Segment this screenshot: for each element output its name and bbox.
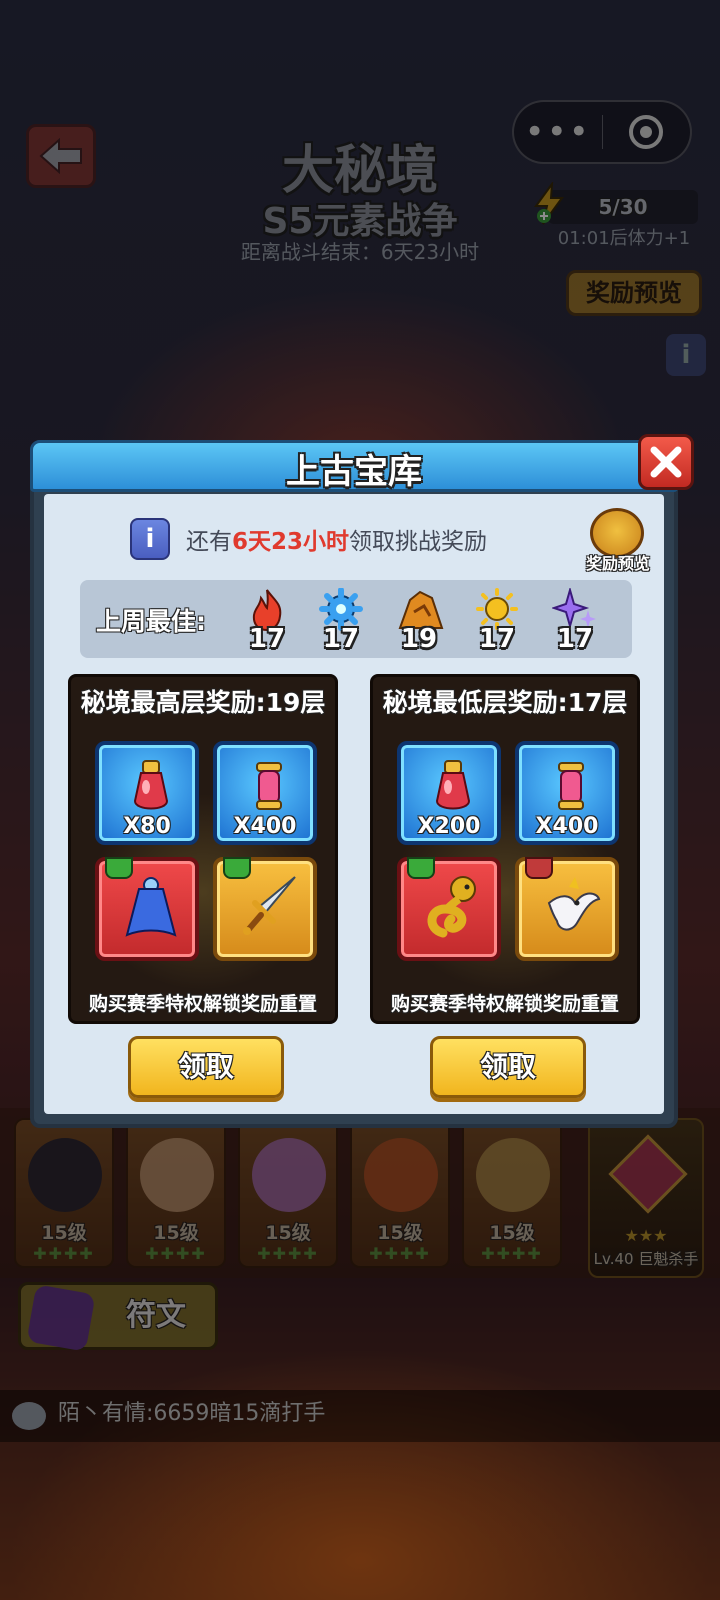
reward-quantity: X400	[535, 814, 599, 839]
reward-slot[interactable]	[213, 857, 317, 961]
privilege-note: 购买赛季特权解锁奖励重置	[88, 993, 317, 1015]
close-icon	[650, 446, 682, 478]
arcane-best-floor: 17	[556, 624, 594, 654]
reward-slot[interactable]	[397, 857, 501, 961]
privilege-note: 购买赛季特权解锁奖励重置	[390, 993, 619, 1015]
last-week-best-label: 上周最佳:	[96, 607, 206, 636]
notice-info-icon: i	[130, 518, 170, 560]
reward-slot[interactable]	[95, 857, 199, 961]
reward-slot[interactable]: X80	[95, 741, 199, 845]
claim-notice: 还有6天23小时领取挑战奖励	[186, 522, 487, 556]
close-button[interactable]	[638, 434, 694, 490]
claim-highest-button[interactable]: 领取	[128, 1036, 284, 1098]
light-element: 17	[466, 588, 528, 656]
claim-lowest-button[interactable]: 领取	[430, 1036, 586, 1098]
water-element: 17	[310, 588, 372, 656]
panel-title: 秘境最高层奖励:19层	[80, 688, 326, 717]
light-best-floor: 17	[478, 624, 516, 654]
lowest-floor-reward-panel: 秘境最低层奖励:17层 X200 X400 购买赛季特权解锁奖励重置	[370, 674, 640, 1024]
potion-bottle-icon	[133, 760, 169, 810]
water-best-floor: 17	[322, 624, 360, 654]
earth-element: 19	[388, 588, 450, 656]
notice-time-remaining: 6天23小时	[232, 529, 350, 555]
notice-suffix: 领取挑战奖励	[349, 529, 488, 555]
notice-prefix: 还有	[186, 529, 232, 555]
potion-bottle-icon	[435, 760, 471, 810]
fire-element: 17	[236, 588, 298, 656]
reward-slot[interactable]: X200	[397, 741, 501, 845]
reward-quantity: X400	[233, 814, 297, 839]
earth-best-floor: 19	[400, 624, 438, 654]
blue-cape-icon	[125, 877, 177, 937]
chest-preview-button[interactable]: 奖励预览	[578, 504, 658, 578]
reward-quantity: X200	[417, 814, 481, 839]
arcane-element: 17	[544, 588, 606, 656]
scroll-vial-icon	[256, 762, 282, 810]
golden-serpent-icon	[427, 876, 476, 938]
sword-icon	[243, 876, 296, 935]
highest-floor-reward-panel: 秘境最高层奖励:19层 X80 X400 购买赛季特权解锁奖励重置	[68, 674, 338, 1024]
reward-slot[interactable]	[515, 857, 619, 961]
white-bird-icon	[547, 877, 601, 931]
panel-title: 秘境最低层奖励:17层	[382, 688, 628, 717]
reward-slot[interactable]: X400	[515, 741, 619, 845]
scroll-vial-icon	[558, 762, 584, 810]
reward-quantity: X80	[123, 814, 171, 839]
reward-slot[interactable]: X400	[213, 741, 317, 845]
dialog-title: 上古宝库	[286, 452, 422, 492]
chest-preview-label: 奖励预览	[585, 554, 650, 573]
fire-best-floor: 17	[248, 624, 286, 654]
